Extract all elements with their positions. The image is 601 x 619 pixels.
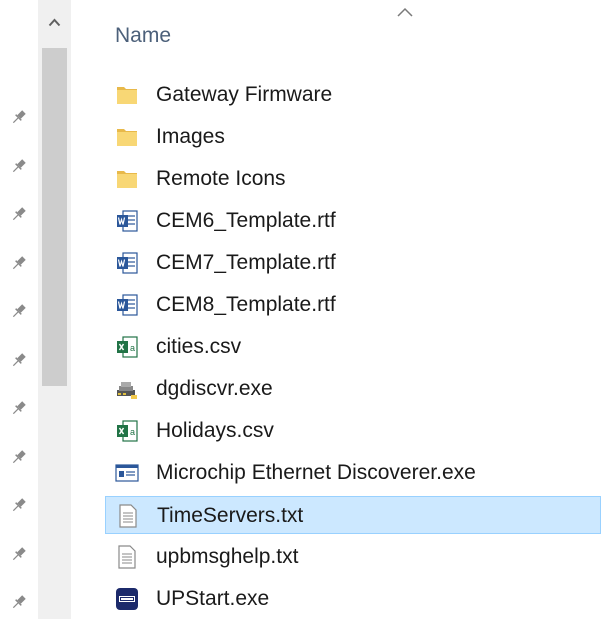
- scroll-up-button[interactable]: [38, 0, 71, 46]
- pin-icon[interactable]: [10, 448, 28, 466]
- folder-icon: [115, 83, 139, 107]
- file-row[interactable]: dgdiscvr.exe: [105, 370, 601, 408]
- file-name-label: CEM7_Template.rtf: [156, 251, 336, 274]
- network-device-exe-icon: [115, 377, 139, 401]
- pin-icon[interactable]: [10, 593, 28, 611]
- chevron-up-icon: [48, 18, 61, 27]
- svg-text:a: a: [130, 427, 135, 437]
- file-name-label: upbmsghelp.txt: [156, 545, 299, 568]
- folder-icon: [115, 125, 139, 149]
- text-file-icon: [116, 504, 140, 528]
- file-name-label: Gateway Firmware: [156, 83, 333, 106]
- pin-icon[interactable]: [10, 399, 28, 417]
- file-name-label: TimeServers.txt: [157, 504, 304, 527]
- sort-ascending-icon: [397, 7, 413, 17]
- file-row[interactable]: CEM8_Template.rtf: [105, 286, 601, 324]
- file-name-label: CEM6_Template.rtf: [156, 209, 336, 232]
- folder-icon: [115, 167, 139, 191]
- file-name-label: Holidays.csv: [156, 419, 274, 442]
- file-row[interactable]: CEM7_Template.rtf: [105, 244, 601, 282]
- file-row[interactable]: upbmsghelp.txt: [105, 538, 601, 576]
- pin-icon[interactable]: [10, 302, 28, 320]
- pin-icon[interactable]: [10, 545, 28, 563]
- quick-access-pins: [0, 0, 38, 619]
- pin-icon[interactable]: [10, 108, 28, 126]
- pin-icon[interactable]: [10, 157, 28, 175]
- vertical-scrollbar[interactable]: [38, 0, 71, 619]
- file-name-label: CEM8_Template.rtf: [156, 293, 336, 316]
- upb-app-icon: [115, 587, 139, 611]
- file-row[interactable]: CEM6_Template.rtf: [105, 202, 601, 240]
- file-row[interactable]: TimeServers.txt: [105, 496, 601, 534]
- pin-icon[interactable]: [10, 351, 28, 369]
- scrollbar-thumb[interactable]: [42, 48, 67, 386]
- file-name-label: Microchip Ethernet Discoverer.exe: [156, 461, 476, 484]
- application-window-icon: [115, 461, 139, 485]
- word-document-icon: [115, 293, 139, 317]
- file-row[interactable]: Remote Icons: [105, 160, 601, 198]
- excel-csv-icon: a: [115, 335, 139, 359]
- file-row[interactable]: Microchip Ethernet Discoverer.exe: [105, 454, 601, 492]
- file-row[interactable]: Images: [105, 118, 601, 156]
- pin-icon[interactable]: [10, 205, 28, 223]
- file-row[interactable]: Gateway Firmware: [105, 76, 601, 114]
- file-name-label: UPStart.exe: [156, 587, 270, 610]
- file-row[interactable]: UPStart.exe: [105, 580, 601, 618]
- file-name-label: Images: [156, 125, 225, 148]
- file-name-label: Remote Icons: [156, 167, 286, 190]
- file-row[interactable]: a cities.csv: [105, 328, 601, 366]
- svg-text:a: a: [130, 343, 135, 353]
- word-document-icon: [115, 209, 139, 233]
- pin-icon[interactable]: [10, 254, 28, 272]
- column-header-bar: Name: [71, 0, 601, 70]
- column-header-name[interactable]: Name: [115, 24, 171, 48]
- file-row[interactable]: a Holidays.csv: [105, 412, 601, 450]
- file-name-label: dgdiscvr.exe: [156, 377, 273, 400]
- text-file-icon: [115, 545, 139, 569]
- word-document-icon: [115, 251, 139, 275]
- file-name-label: cities.csv: [156, 335, 242, 358]
- excel-csv-icon: a: [115, 419, 139, 443]
- pin-icon[interactable]: [10, 496, 28, 514]
